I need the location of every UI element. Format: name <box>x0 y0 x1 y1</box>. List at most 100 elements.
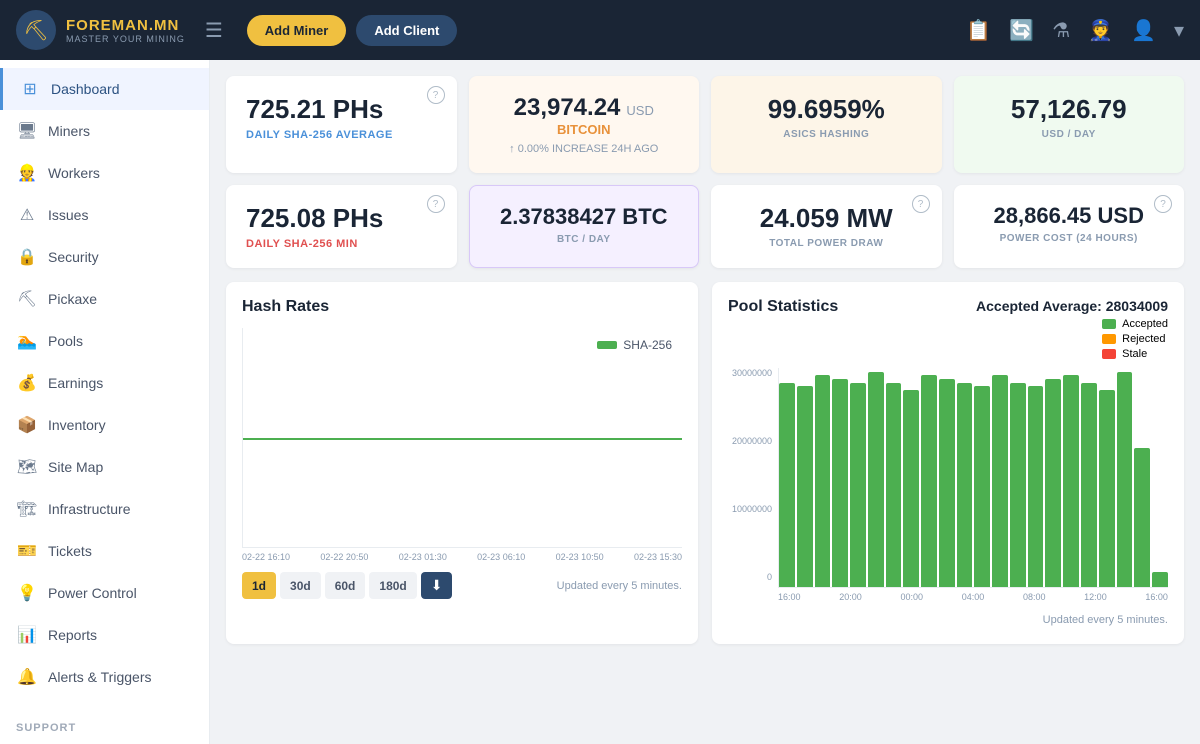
stat-label-usd-day: USD / Day <box>974 129 1165 140</box>
sidebar-item-issues[interactable]: ⚠ Issues <box>0 194 209 236</box>
help-icon-daily-min[interactable]: ? <box>427 195 445 213</box>
sidebar-label-power-control: Power Control <box>48 585 137 601</box>
time-btn-180d[interactable]: 180d <box>369 572 416 599</box>
sidebar-item-pools[interactable]: 🏊 Pools <box>0 320 209 362</box>
pool-updated-text: Updated every 5 minutes. <box>1043 614 1168 626</box>
main-content: ? 725.21 PHs DAILY SHA-256 AVERAGE 23,97… <box>210 60 1200 744</box>
sidebar-item-dashboard[interactable]: ⊞ Dashboard <box>0 68 209 110</box>
sidebar-item-miners[interactable]: 🖥 Miners <box>0 110 209 152</box>
sidebar-label-security: Security <box>48 249 99 265</box>
stat-label-power-draw: TOTAL POWER DRAW <box>731 238 922 249</box>
x-label-3: 02-23 06:10 <box>477 552 525 562</box>
sidebar-item-earnings[interactable]: 💰 Earnings <box>0 362 209 404</box>
hashrate-chart: SHA-256 <box>242 328 682 548</box>
stat-label-btc-day: BTC / Day <box>490 234 679 245</box>
person-icon[interactable]: 👮 <box>1088 18 1113 43</box>
pool-chart-wrapper: 30000000 20000000 10000000 0 16:00 20:00… <box>728 368 1168 602</box>
sidebar-label-inventory: Inventory <box>48 417 106 433</box>
hashrate-chart-card: Hash Rates SHA-256 02-22 16:10 02-22 20:… <box>226 282 698 644</box>
stat-value-asics: 99.6959% <box>731 94 922 125</box>
pool-chart-card: Pool Statistics Accepted Average: 280340… <box>712 282 1184 644</box>
sidebar-label-reports: Reports <box>48 627 97 643</box>
legend-item-rejected: Rejected <box>1102 333 1168 345</box>
refresh-icon[interactable]: 🔄 <box>1009 18 1034 43</box>
legend-dot-stale <box>1102 349 1116 359</box>
sidebar-support: SUPPORT <box>0 712 209 744</box>
filter-icon[interactable]: ⚗ <box>1052 18 1070 43</box>
stat-card-asics: 99.6959% ASICs Hashing <box>711 76 942 173</box>
pool-bar-15 <box>1045 379 1061 587</box>
legend-dot-accepted <box>1102 319 1116 329</box>
sidebar-item-sitemap[interactable]: 🗺 Site Map <box>0 446 209 488</box>
pool-x-5: 12:00 <box>1084 592 1107 602</box>
app-body: ⊞ Dashboard 🖥 Miners 👷 Workers ⚠ Issues … <box>0 60 1200 744</box>
y-label-30m: 30000000 <box>728 368 772 378</box>
stat-value-daily-avg: 725.21 PHs <box>246 94 437 125</box>
pool-chart-footer: Updated every 5 minutes. <box>728 610 1168 628</box>
time-btn-1d[interactable]: 1d <box>242 572 276 599</box>
user-icon[interactable]: 👤 <box>1131 18 1156 43</box>
legend-label-stale: Stale <box>1122 348 1147 360</box>
legend-item-accepted: Accepted <box>1102 318 1168 330</box>
hamburger-icon[interactable]: ☰ <box>205 18 223 43</box>
sitemap-icon: 🗺 <box>16 456 38 478</box>
help-icon-power-draw[interactable]: ? <box>912 195 930 213</box>
stat-card-usd-day: 57,126.79 USD / Day <box>954 76 1185 173</box>
chevron-down-icon[interactable]: ▾ <box>1174 18 1184 43</box>
pool-bar-0 <box>779 383 795 587</box>
sidebar-label-infrastructure: Infrastructure <box>48 501 130 517</box>
pool-legend: Accepted Rejected Stale <box>1102 318 1168 360</box>
sidebar-item-inventory[interactable]: 📦 Inventory <box>0 404 209 446</box>
sidebar-label-dashboard: Dashboard <box>51 81 120 97</box>
time-btn-60d[interactable]: 60d <box>325 572 366 599</box>
download-button[interactable]: ⬇ <box>421 572 453 599</box>
inventory-icon: 📦 <box>16 414 38 436</box>
reports-icon: 📊 <box>16 624 38 646</box>
help-icon-daily-avg[interactable]: ? <box>427 86 445 104</box>
pool-bar-12 <box>992 375 1008 587</box>
time-btn-30d[interactable]: 30d <box>280 572 321 599</box>
pool-bar-18 <box>1099 390 1115 587</box>
sidebar-item-tickets[interactable]: 🎫 Tickets <box>0 530 209 572</box>
sidebar-item-power-control[interactable]: 💡 Power Control <box>0 572 209 614</box>
stat-value-usd-day: 57,126.79 <box>974 94 1165 125</box>
bitcoin-sublabel: ↑ 0.00% INCREASE 24H AGO <box>489 143 680 155</box>
workers-icon: 👷 <box>16 162 38 184</box>
pool-x-1: 20:00 <box>839 592 862 602</box>
time-buttons: 1d 30d 60d 180d ⬇ <box>242 572 452 599</box>
sidebar-item-workers[interactable]: 👷 Workers <box>0 152 209 194</box>
hashrate-xaxis: 02-22 16:10 02-22 20:50 02-23 01:30 02-2… <box>242 552 682 562</box>
pool-x-6: 16:00 <box>1145 592 1168 602</box>
stat-value-btc-day: 2.37838427 BTC <box>490 204 679 230</box>
stat-label-daily-min: DAILY SHA-256 MIN <box>246 238 437 250</box>
pool-x-4: 08:00 <box>1023 592 1046 602</box>
add-client-button[interactable]: Add Client <box>356 15 457 46</box>
stat-card-power-cost: ? 28,866.45 USD POWER COST (24 HOURS) <box>954 185 1185 268</box>
pool-bar-6 <box>886 383 902 587</box>
sidebar-item-infrastructure[interactable]: 🏗 Infrastructure <box>0 488 209 530</box>
stat-card-power-draw: ? 24.059 MW TOTAL POWER DRAW <box>711 185 942 268</box>
sidebar-label-earnings: Earnings <box>48 375 103 391</box>
sidebar-item-security[interactable]: 🔒 Security <box>0 236 209 278</box>
monitor-icon[interactable]: 📋 <box>966 18 991 43</box>
add-miner-button[interactable]: Add Miner <box>247 15 347 46</box>
sidebar-item-alerts[interactable]: 🔔 Alerts & Triggers <box>0 656 209 698</box>
pool-bar-17 <box>1081 383 1097 587</box>
sidebar-label-workers: Workers <box>48 165 100 181</box>
stat-card-daily-avg: ? 725.21 PHs DAILY SHA-256 AVERAGE <box>226 76 457 173</box>
security-icon: 🔒 <box>16 246 38 268</box>
sidebar-item-pickaxe[interactable]: ⛏ Pickaxe <box>0 278 209 320</box>
stat-card-bitcoin: 23,974.24 USD BITCOIN ↑ 0.00% INCREASE 2… <box>469 76 700 173</box>
y-label-0: 0 <box>728 572 772 582</box>
legend-label-rejected: Rejected <box>1122 333 1165 345</box>
pool-bar-11 <box>974 386 990 587</box>
help-icon-power-cost[interactable]: ? <box>1154 195 1172 213</box>
pool-chart <box>778 368 1168 588</box>
hashrate-legend-label: SHA-256 <box>623 338 672 352</box>
x-label-4: 02-23 10:50 <box>556 552 604 562</box>
y-label-10m: 10000000 <box>728 504 772 514</box>
stat-value-daily-min: 725.08 PHs <box>246 203 437 234</box>
sidebar-label-sitemap: Site Map <box>48 459 103 475</box>
sidebar-item-reports[interactable]: 📊 Reports <box>0 614 209 656</box>
sidebar-label-pools: Pools <box>48 333 83 349</box>
